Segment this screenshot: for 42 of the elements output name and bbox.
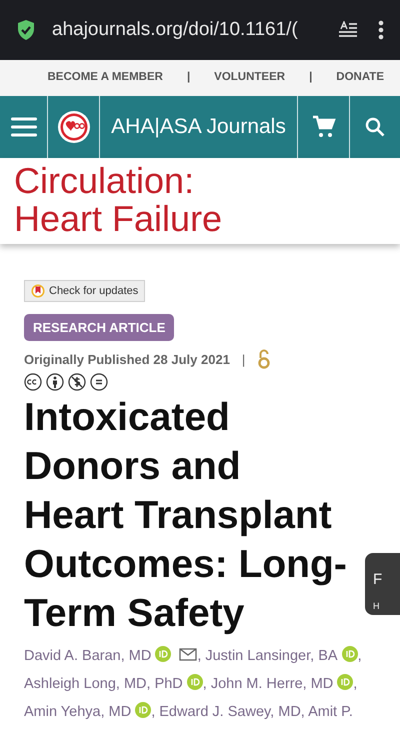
- separator: |: [186, 70, 190, 86]
- separator: ,: [151, 704, 156, 720]
- article-title: Heart Transplant: [24, 494, 332, 538]
- separator: |: [242, 350, 246, 369]
- author-link[interactable]: Justin Lansinger, BA: [205, 648, 338, 664]
- noncommercial-icon: [68, 373, 86, 392]
- separator: ,: [202, 676, 207, 692]
- top-link[interactable]: VOLUNTEER: [214, 69, 286, 87]
- top-link[interactable]: DONATE: [336, 69, 384, 87]
- author-link[interactable]: Ashleigh Long, MD, PhD: [24, 676, 183, 692]
- author-link[interactable]: Edward J. Sawey, MD,: [159, 704, 305, 720]
- publish-date: Originally Published 28 July 2021: [24, 350, 230, 369]
- cart-icon[interactable]: [312, 115, 336, 139]
- email-icon[interactable]: [179, 648, 198, 662]
- author-link[interactable]: John M. Herre, MD: [210, 676, 334, 692]
- more-menu-icon[interactable]: [378, 20, 384, 40]
- separator: ,: [358, 648, 362, 664]
- author-link[interactable]: Amit P.: [308, 704, 353, 720]
- reader-mode-icon[interactable]: [338, 21, 358, 39]
- cc-license-icon: [24, 373, 42, 392]
- separator: ,: [353, 676, 358, 692]
- author-link[interactable]: Amin Yehya, MD: [24, 704, 132, 720]
- article-title: Outcomes: Long-: [24, 543, 347, 586]
- article-title: Term Safety: [24, 592, 244, 636]
- menu-icon[interactable]: [10, 117, 36, 137]
- separator: |: [309, 70, 312, 86]
- panel-text: F: [372, 570, 384, 590]
- attribution-icon: [46, 373, 64, 392]
- article-type-badge: RESEARCH ARTICLE: [24, 314, 174, 342]
- article-title: Intoxicated: [24, 396, 230, 440]
- secure-shield-icon[interactable]: [16, 19, 36, 41]
- panel-text: H: [372, 600, 380, 612]
- author-link[interactable]: David A. Baran, MD: [24, 648, 152, 664]
- no-derivatives-icon: [90, 373, 108, 392]
- logo-icon[interactable]: [56, 110, 90, 144]
- floating-panel[interactable]: F H: [365, 553, 400, 615]
- check-for-updates-button[interactable]: Check for updates: [24, 280, 146, 302]
- bookmark-badge-icon: [31, 284, 45, 298]
- top-link[interactable]: BECOME A MEMBER: [48, 69, 163, 87]
- search-icon[interactable]: [365, 117, 385, 137]
- separator: ,: [197, 648, 202, 664]
- article-title: Donors and: [24, 445, 241, 488]
